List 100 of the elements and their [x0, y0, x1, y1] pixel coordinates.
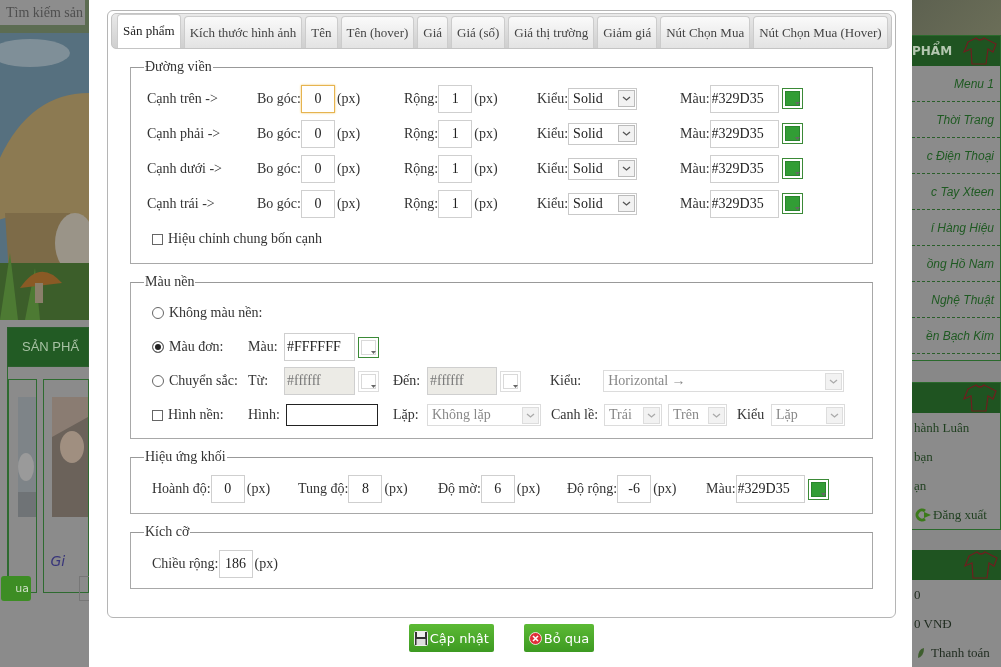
field-label: Màu:	[680, 160, 710, 177]
width-field[interactable]: 1	[438, 84, 473, 113]
checkbox[interactable]	[152, 233, 163, 245]
field-label: Bo góc:	[257, 90, 301, 107]
color-picker-button[interactable]	[807, 478, 829, 500]
save-icon	[413, 630, 428, 646]
color-field[interactable]: #FFFFFF	[284, 333, 355, 361]
caret-icon	[371, 384, 376, 389]
caret-icon	[618, 90, 636, 107]
tab[interactable]: Giá thị trường	[508, 16, 595, 48]
field-label: Chiều rộng:	[152, 556, 219, 572]
caret-icon	[826, 406, 843, 424]
style-dropdown[interactable]: Solid	[568, 192, 638, 215]
caret-icon	[794, 102, 800, 106]
shirt-icon	[960, 383, 1000, 413]
radio-button[interactable]	[152, 341, 164, 353]
field-label: Màu:	[706, 481, 736, 497]
unit-label: (px)	[474, 195, 498, 212]
tab[interactable]: Nút Chọn Mua (Hover)	[753, 16, 888, 48]
number-field[interactable]: 8	[348, 475, 383, 503]
unit-label: (px)	[336, 125, 361, 142]
field-label: Bo góc:	[257, 125, 301, 142]
unit-label: (px)	[254, 556, 278, 572]
field-label: Kiểu:	[537, 160, 569, 177]
unit-label: (px)	[474, 160, 498, 177]
tab[interactable]: Tên (hover)	[340, 16, 415, 48]
group-title: Màu nền	[144, 274, 196, 290]
field-label: Độ rộng:	[567, 481, 618, 497]
option-label: Màu đơn:	[169, 339, 224, 355]
unit-label: (px)	[336, 195, 361, 212]
option-label: Hình nền:	[168, 407, 224, 423]
color-field[interactable]: #329D35	[709, 119, 779, 148]
tab[interactable]: Giá (số)	[451, 16, 506, 48]
field-label: Kiểu:	[537, 90, 569, 107]
number-field[interactable]: 0	[210, 475, 245, 503]
color-picker-button[interactable]	[781, 123, 803, 144]
color-field[interactable]: #329D35	[709, 189, 779, 218]
caret-icon	[825, 372, 842, 390]
width-field[interactable]: 186	[218, 550, 253, 578]
field-label: Rộng:	[404, 160, 439, 177]
radius-field[interactable]: 0	[300, 154, 335, 183]
field-label: Rộng:	[404, 125, 439, 142]
field-label: Kiểu:	[537, 195, 569, 212]
tab[interactable]: Sản phẩm	[117, 14, 181, 48]
color-field[interactable]: #329D35	[709, 154, 779, 183]
field-label: Kiểu:	[537, 125, 569, 142]
group-title: Đường viền	[144, 59, 213, 75]
caret-icon	[794, 207, 800, 211]
style-dropdown[interactable]: Solid	[568, 87, 638, 110]
field-label: Bo góc:	[257, 195, 301, 212]
shirt-icon	[960, 36, 1000, 66]
unit-label: (px)	[336, 160, 361, 177]
unit-label: (px)	[474, 125, 498, 142]
width-field[interactable]: 1	[438, 119, 473, 148]
tab[interactable]: Nút Chọn Mua	[660, 16, 751, 48]
group-title: Hiệu ứng khối	[144, 449, 227, 465]
side-label: Cạnh trên ->	[147, 90, 218, 107]
number-field[interactable]: 6	[480, 475, 515, 503]
field-label: Độ mờ:	[438, 481, 481, 497]
group-title: Kích cỡ	[144, 524, 191, 540]
tab[interactable]: Giảm giá	[597, 16, 658, 48]
number-field[interactable]: -6	[617, 475, 652, 503]
style-dropdown[interactable]: Solid	[568, 122, 638, 145]
side-label: Cạnh phải ->	[147, 125, 221, 142]
field-label: Màu:	[680, 125, 710, 142]
price-label: Gi	[50, 553, 66, 569]
color-field[interactable]: #329D35	[709, 84, 779, 113]
field-label: Từ:	[248, 373, 270, 389]
width-field[interactable]: 1	[438, 154, 473, 183]
refresh-icon	[914, 507, 931, 522]
checkout-link[interactable]: Thanh toán	[931, 644, 990, 661]
color-picker-button[interactable]	[781, 88, 803, 109]
caret-icon	[794, 172, 800, 176]
caret-icon	[708, 406, 725, 424]
field-label: Hoành độ:	[152, 481, 211, 497]
color-picker-button[interactable]	[358, 336, 379, 358]
tab[interactable]: Kích thước hình ảnh	[183, 16, 303, 48]
unit-label: (px)	[246, 481, 271, 497]
field-label: Canh lề:	[551, 407, 600, 423]
color-field[interactable]: #329D35	[735, 475, 805, 503]
style-dropdown[interactable]: Solid	[568, 157, 638, 180]
color-picker-button[interactable]	[781, 193, 803, 214]
radius-field[interactable]: 0	[300, 189, 335, 218]
search-field[interactable]: Tìm kiếm sản	[0, 0, 85, 25]
radius-field[interactable]: 0	[300, 119, 335, 148]
field-label: Hình:	[248, 407, 281, 423]
field-label: Màu:	[248, 339, 279, 355]
width-field[interactable]: 1	[438, 189, 473, 218]
field-label: Màu:	[680, 195, 710, 212]
tab[interactable]: Tên	[305, 16, 338, 48]
field-label: Đến:	[393, 373, 422, 389]
radius-field[interactable]: 0	[300, 84, 335, 113]
unit-label: (px)	[516, 481, 541, 497]
image-field[interactable]	[286, 404, 378, 426]
option-label: Không màu nền:	[169, 305, 263, 321]
field-label: Rộng:	[404, 195, 439, 212]
field-label: Kiểu	[737, 407, 766, 423]
color-picker-button[interactable]	[781, 158, 803, 179]
tab[interactable]: Giá	[417, 16, 449, 48]
radio-button[interactable]	[152, 307, 164, 319]
